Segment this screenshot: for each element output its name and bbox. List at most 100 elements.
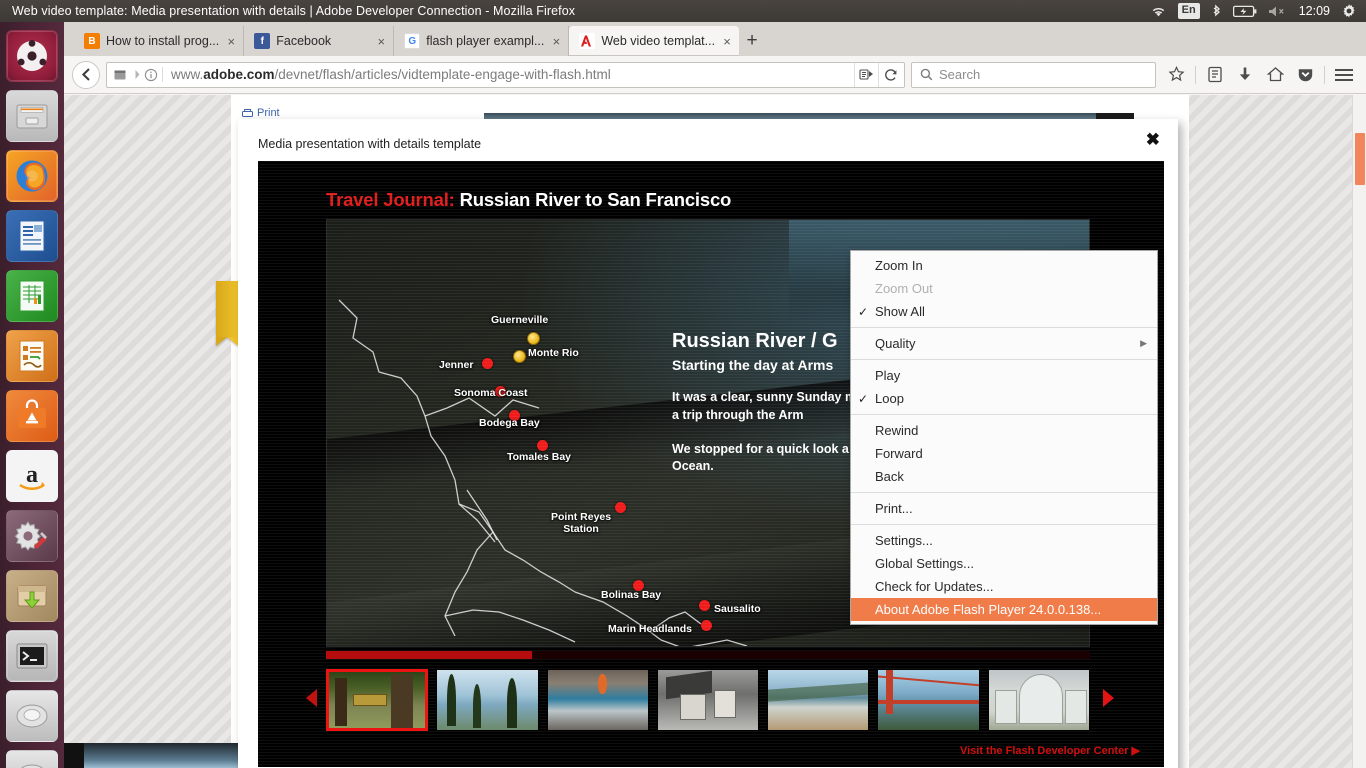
google-icon: G xyxy=(404,33,421,49)
tab-facebook[interactable]: f Facebook × xyxy=(244,26,395,56)
wifi-icon[interactable] xyxy=(1150,0,1167,22)
context-menu-item-zoom-in[interactable]: Zoom In xyxy=(851,254,1157,277)
battery-charging-icon[interactable] xyxy=(1232,0,1257,22)
context-menu-item-print[interactable]: Print... xyxy=(851,497,1157,520)
map-pin-tomales-bay[interactable] xyxy=(537,440,548,451)
map-pin-marin-headlands[interactable] xyxy=(701,620,712,631)
thumbnail-armstrong-woods[interactable] xyxy=(326,669,429,731)
tab-close-button[interactable]: × xyxy=(721,35,733,48)
keyboard-language-indicator[interactable]: En xyxy=(1177,3,1200,19)
progress-track[interactable] xyxy=(326,651,1090,659)
map-label-sonoma-coast: Sonoma Coast xyxy=(454,387,528,399)
context-menu-item-quality[interactable]: Quality ▶ xyxy=(851,332,1157,355)
thumbnail-golden-gate-bridge[interactable] xyxy=(877,669,980,731)
new-tab-button[interactable]: + xyxy=(739,26,765,56)
volume-muted-icon[interactable] xyxy=(1268,0,1288,22)
bluetooth-icon[interactable] xyxy=(1211,0,1222,22)
tab-close-button[interactable]: × xyxy=(225,35,237,48)
map-pin-san-francisco[interactable] xyxy=(687,646,698,647)
tab-how-to-install[interactable]: B How to install prog... × xyxy=(74,26,245,56)
tab-close-button[interactable]: × xyxy=(375,35,387,48)
thumbnail-conservatory[interactable] xyxy=(987,669,1091,731)
url-bar[interactable]: www.adobe.com/devnet/flash/articles/vidt… xyxy=(106,61,905,88)
clock[interactable]: 12:09 xyxy=(1299,4,1330,18)
map-label-monte-rio: Monte Rio xyxy=(528,347,579,359)
context-menu-item-forward[interactable]: Forward xyxy=(851,442,1157,465)
tab-label: flash player exampl... xyxy=(426,34,545,48)
scrollbar-thumb[interactable] xyxy=(1355,133,1365,185)
site-identity-block[interactable] xyxy=(113,68,162,82)
context-menu-item-back[interactable]: Back xyxy=(851,465,1157,488)
map-label-tomales-bay: Tomales Bay xyxy=(507,451,571,463)
map-pin-monte-rio[interactable] xyxy=(513,350,526,363)
launcher-item-firefox[interactable] xyxy=(6,150,58,202)
tab-label: Web video templat... xyxy=(601,34,716,48)
stage-heading-main: Russian River to San Francisco xyxy=(459,189,732,210)
launcher-item-files[interactable] xyxy=(6,90,58,142)
launcher-item-terminal[interactable] xyxy=(6,630,58,682)
pocket-icon[interactable] xyxy=(1291,62,1319,88)
thumbnail-dunes-beach[interactable] xyxy=(767,669,870,731)
tab-flash-player-example[interactable]: G flash player exampl... × xyxy=(394,26,570,56)
context-menu-item-settings[interactable]: Settings... xyxy=(851,529,1157,552)
search-icon xyxy=(920,68,933,81)
vertical-scrollbar[interactable] xyxy=(1352,95,1366,768)
toolbar-divider xyxy=(1324,65,1325,84)
search-bar[interactable]: Search xyxy=(911,61,1156,88)
launcher-item-libreoffice-impress[interactable] xyxy=(6,330,58,382)
url-text[interactable]: www.adobe.com/devnet/flash/articles/vidt… xyxy=(162,67,854,82)
context-menu-item-check-for-updates[interactable]: Check for Updates... xyxy=(851,575,1157,598)
launcher-item-ubuntu-dash[interactable] xyxy=(6,30,58,82)
bookmark-star-icon[interactable] xyxy=(1162,62,1190,88)
launcher-item-libreoffice-writer[interactable] xyxy=(6,210,58,262)
home-icon[interactable] xyxy=(1261,62,1289,88)
flash-developer-center-link[interactable]: Visit the Flash Developer Center ▶ xyxy=(960,744,1140,757)
next-arrow-icon[interactable] xyxy=(1103,689,1114,707)
svg-text:a: a xyxy=(26,462,38,488)
close-icon[interactable]: ✖ xyxy=(1146,131,1160,148)
context-menu-item-zoom-out: Zoom Out xyxy=(851,277,1157,300)
back-arrow-icon[interactable] xyxy=(72,60,100,89)
progress-fill xyxy=(326,651,533,659)
bookmark-ribbon xyxy=(216,281,238,346)
launcher-item-software-updater[interactable] xyxy=(6,570,58,622)
launcher-item-amazon[interactable]: a xyxy=(6,450,58,502)
reader-view-icon[interactable] xyxy=(854,62,878,87)
context-menu-label: Back xyxy=(875,469,904,484)
context-menu-label: Settings... xyxy=(875,533,933,548)
downloads-icon[interactable] xyxy=(1231,62,1259,88)
launcher-item-ubuntu-software[interactable] xyxy=(6,390,58,442)
context-menu-item-play[interactable]: Play xyxy=(851,364,1157,387)
prev-arrow-icon[interactable] xyxy=(306,689,317,707)
context-menu-item-global-settings[interactable]: Global Settings... xyxy=(851,552,1157,575)
system-gear-icon[interactable] xyxy=(1341,0,1357,22)
window-title: Web video template: Media presentation w… xyxy=(12,4,576,18)
context-menu-item-about-flash-player[interactable]: About Adobe Flash Player 24.0.0.138... xyxy=(851,598,1157,621)
context-menu-item-loop[interactable]: ✓ Loop xyxy=(851,387,1157,410)
search-input[interactable]: Search xyxy=(939,67,980,82)
launcher-item-system-settings[interactable] xyxy=(6,510,58,562)
thumbnail-beach-surf[interactable] xyxy=(546,669,649,731)
context-menu-item-rewind[interactable]: Rewind xyxy=(851,419,1157,442)
context-menu-item-show-all[interactable]: ✓ Show All xyxy=(851,300,1157,323)
launcher-item-libreoffice-calc[interactable] xyxy=(6,270,58,322)
map-label-jenner: Jenner xyxy=(439,359,474,371)
thumbnail-sculpture[interactable] xyxy=(656,669,760,731)
page-print-link[interactable]: Print xyxy=(242,107,280,119)
context-menu-label: About Adobe Flash Player 24.0.0.138... xyxy=(875,602,1102,617)
context-menu-separator xyxy=(851,327,1157,328)
launcher-item-disk-drive[interactable] xyxy=(6,690,58,742)
unity-launcher: a xyxy=(0,22,64,768)
reload-icon[interactable] xyxy=(878,62,902,87)
info-circle-icon xyxy=(144,68,158,81)
library-icon[interactable] xyxy=(1201,62,1229,88)
map-pin-guerneville[interactable] xyxy=(527,332,540,345)
tab-close-button[interactable]: × xyxy=(550,35,562,48)
hamburger-menu-icon[interactable] xyxy=(1330,62,1358,88)
map-pin-jenner[interactable] xyxy=(482,358,493,369)
map-pin-sausalito[interactable] xyxy=(699,600,710,611)
launcher-item-disk-drive-2[interactable] xyxy=(6,750,58,768)
tab-web-video-template[interactable]: Web video templat... × xyxy=(569,26,740,56)
map-pin-point-reyes[interactable] xyxy=(615,502,626,513)
thumbnail-coastal-trees[interactable] xyxy=(436,669,539,731)
